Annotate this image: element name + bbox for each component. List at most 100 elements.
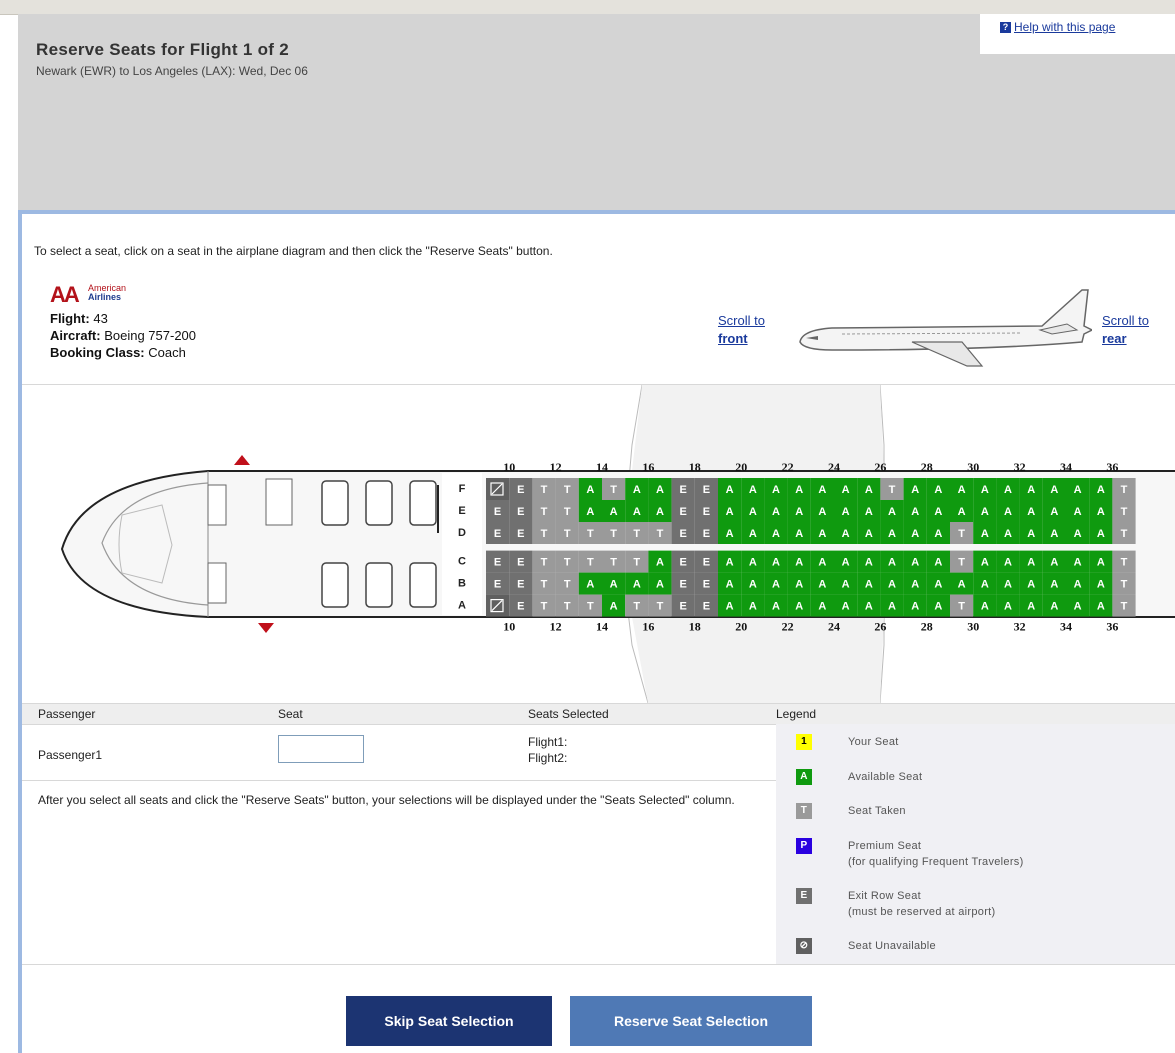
available-seat[interactable]: A: [857, 478, 881, 500]
available-seat[interactable]: A: [950, 572, 974, 595]
seat-input[interactable]: [278, 735, 364, 763]
skip-seat-selection-button[interactable]: Skip Seat Selection: [346, 996, 552, 1046]
available-seat[interactable]: A: [834, 500, 858, 522]
available-seat[interactable]: A: [810, 594, 834, 617]
available-seat[interactable]: A: [1089, 478, 1113, 500]
available-seat[interactable]: A: [718, 478, 742, 500]
available-seat[interactable]: A: [1089, 500, 1113, 522]
available-seat[interactable]: A: [810, 478, 834, 500]
available-seat[interactable]: A: [880, 522, 904, 544]
available-seat[interactable]: A: [926, 500, 950, 522]
help-link[interactable]: ? Help with this page: [1000, 20, 1115, 34]
available-seat[interactable]: A: [1019, 550, 1043, 573]
available-seat[interactable]: A: [926, 478, 950, 500]
available-seat[interactable]: A: [903, 500, 927, 522]
available-seat[interactable]: A: [996, 572, 1020, 595]
available-seat[interactable]: A: [903, 522, 927, 544]
available-seat[interactable]: A: [602, 572, 626, 595]
available-seat[interactable]: A: [718, 522, 742, 544]
available-seat[interactable]: A: [1066, 572, 1090, 595]
available-seat[interactable]: A: [1042, 522, 1066, 544]
available-seat[interactable]: A: [973, 522, 997, 544]
available-seat[interactable]: A: [578, 478, 602, 500]
available-seat[interactable]: A: [648, 500, 672, 522]
available-seat[interactable]: A: [1019, 572, 1043, 595]
available-seat[interactable]: A: [741, 550, 765, 573]
available-seat[interactable]: A: [950, 500, 974, 522]
available-seat[interactable]: A: [787, 478, 811, 500]
available-seat[interactable]: A: [1089, 572, 1113, 595]
available-seat[interactable]: A: [602, 500, 626, 522]
available-seat[interactable]: A: [1042, 500, 1066, 522]
available-seat[interactable]: A: [810, 500, 834, 522]
available-seat[interactable]: A: [741, 500, 765, 522]
available-seat[interactable]: A: [996, 478, 1020, 500]
available-seat[interactable]: A: [1019, 478, 1043, 500]
available-seat[interactable]: A: [996, 500, 1020, 522]
available-seat[interactable]: A: [741, 522, 765, 544]
available-seat[interactable]: A: [996, 550, 1020, 573]
available-seat[interactable]: A: [880, 572, 904, 595]
available-seat[interactable]: A: [1019, 500, 1043, 522]
available-seat[interactable]: A: [857, 500, 881, 522]
available-seat[interactable]: A: [648, 572, 672, 595]
available-seat[interactable]: A: [764, 500, 788, 522]
available-seat[interactable]: A: [787, 500, 811, 522]
available-seat[interactable]: A: [764, 594, 788, 617]
available-seat[interactable]: A: [857, 594, 881, 617]
available-seat[interactable]: A: [764, 522, 788, 544]
available-seat[interactable]: A: [764, 550, 788, 573]
available-seat[interactable]: A: [926, 572, 950, 595]
available-seat[interactable]: A: [1066, 500, 1090, 522]
available-seat[interactable]: A: [1066, 594, 1090, 617]
available-seat[interactable]: A: [1042, 594, 1066, 617]
available-seat[interactable]: A: [764, 572, 788, 595]
available-seat[interactable]: A: [973, 550, 997, 573]
available-seat[interactable]: A: [926, 522, 950, 544]
available-seat[interactable]: A: [1019, 594, 1043, 617]
available-seat[interactable]: A: [625, 572, 649, 595]
available-seat[interactable]: A: [973, 500, 997, 522]
available-seat[interactable]: A: [834, 478, 858, 500]
available-seat[interactable]: A: [973, 594, 997, 617]
available-seat[interactable]: A: [787, 572, 811, 595]
available-seat[interactable]: A: [625, 500, 649, 522]
available-seat[interactable]: A: [926, 594, 950, 617]
available-seat[interactable]: A: [602, 594, 626, 617]
available-seat[interactable]: A: [880, 500, 904, 522]
available-seat[interactable]: A: [741, 572, 765, 595]
available-seat[interactable]: A: [741, 478, 765, 500]
available-seat[interactable]: A: [718, 550, 742, 573]
available-seat[interactable]: A: [1089, 594, 1113, 617]
available-seat[interactable]: A: [1066, 478, 1090, 500]
available-seat[interactable]: A: [857, 572, 881, 595]
available-seat[interactable]: A: [973, 572, 997, 595]
available-seat[interactable]: A: [880, 550, 904, 573]
available-seat[interactable]: A: [1089, 550, 1113, 573]
available-seat[interactable]: A: [1066, 550, 1090, 573]
scroll-to-rear-link[interactable]: Scroll to rear: [1102, 312, 1149, 348]
available-seat[interactable]: A: [787, 550, 811, 573]
available-seat[interactable]: A: [648, 478, 672, 500]
available-seat[interactable]: A: [1042, 572, 1066, 595]
available-seat[interactable]: A: [903, 572, 927, 595]
available-seat[interactable]: A: [903, 478, 927, 500]
available-seat[interactable]: A: [834, 594, 858, 617]
available-seat[interactable]: A: [1066, 522, 1090, 544]
available-seat[interactable]: A: [578, 500, 602, 522]
available-seat[interactable]: A: [996, 594, 1020, 617]
available-seat[interactable]: A: [903, 550, 927, 573]
available-seat[interactable]: A: [625, 478, 649, 500]
available-seat[interactable]: A: [810, 550, 834, 573]
scroll-to-front-link[interactable]: Scroll to front: [718, 312, 765, 348]
available-seat[interactable]: A: [741, 594, 765, 617]
available-seat[interactable]: A: [718, 594, 742, 617]
available-seat[interactable]: A: [810, 572, 834, 595]
available-seat[interactable]: A: [903, 594, 927, 617]
available-seat[interactable]: A: [926, 550, 950, 573]
available-seat[interactable]: A: [857, 550, 881, 573]
available-seat[interactable]: A: [834, 572, 858, 595]
available-seat[interactable]: A: [1042, 478, 1066, 500]
available-seat[interactable]: A: [996, 522, 1020, 544]
available-seat[interactable]: A: [810, 522, 834, 544]
